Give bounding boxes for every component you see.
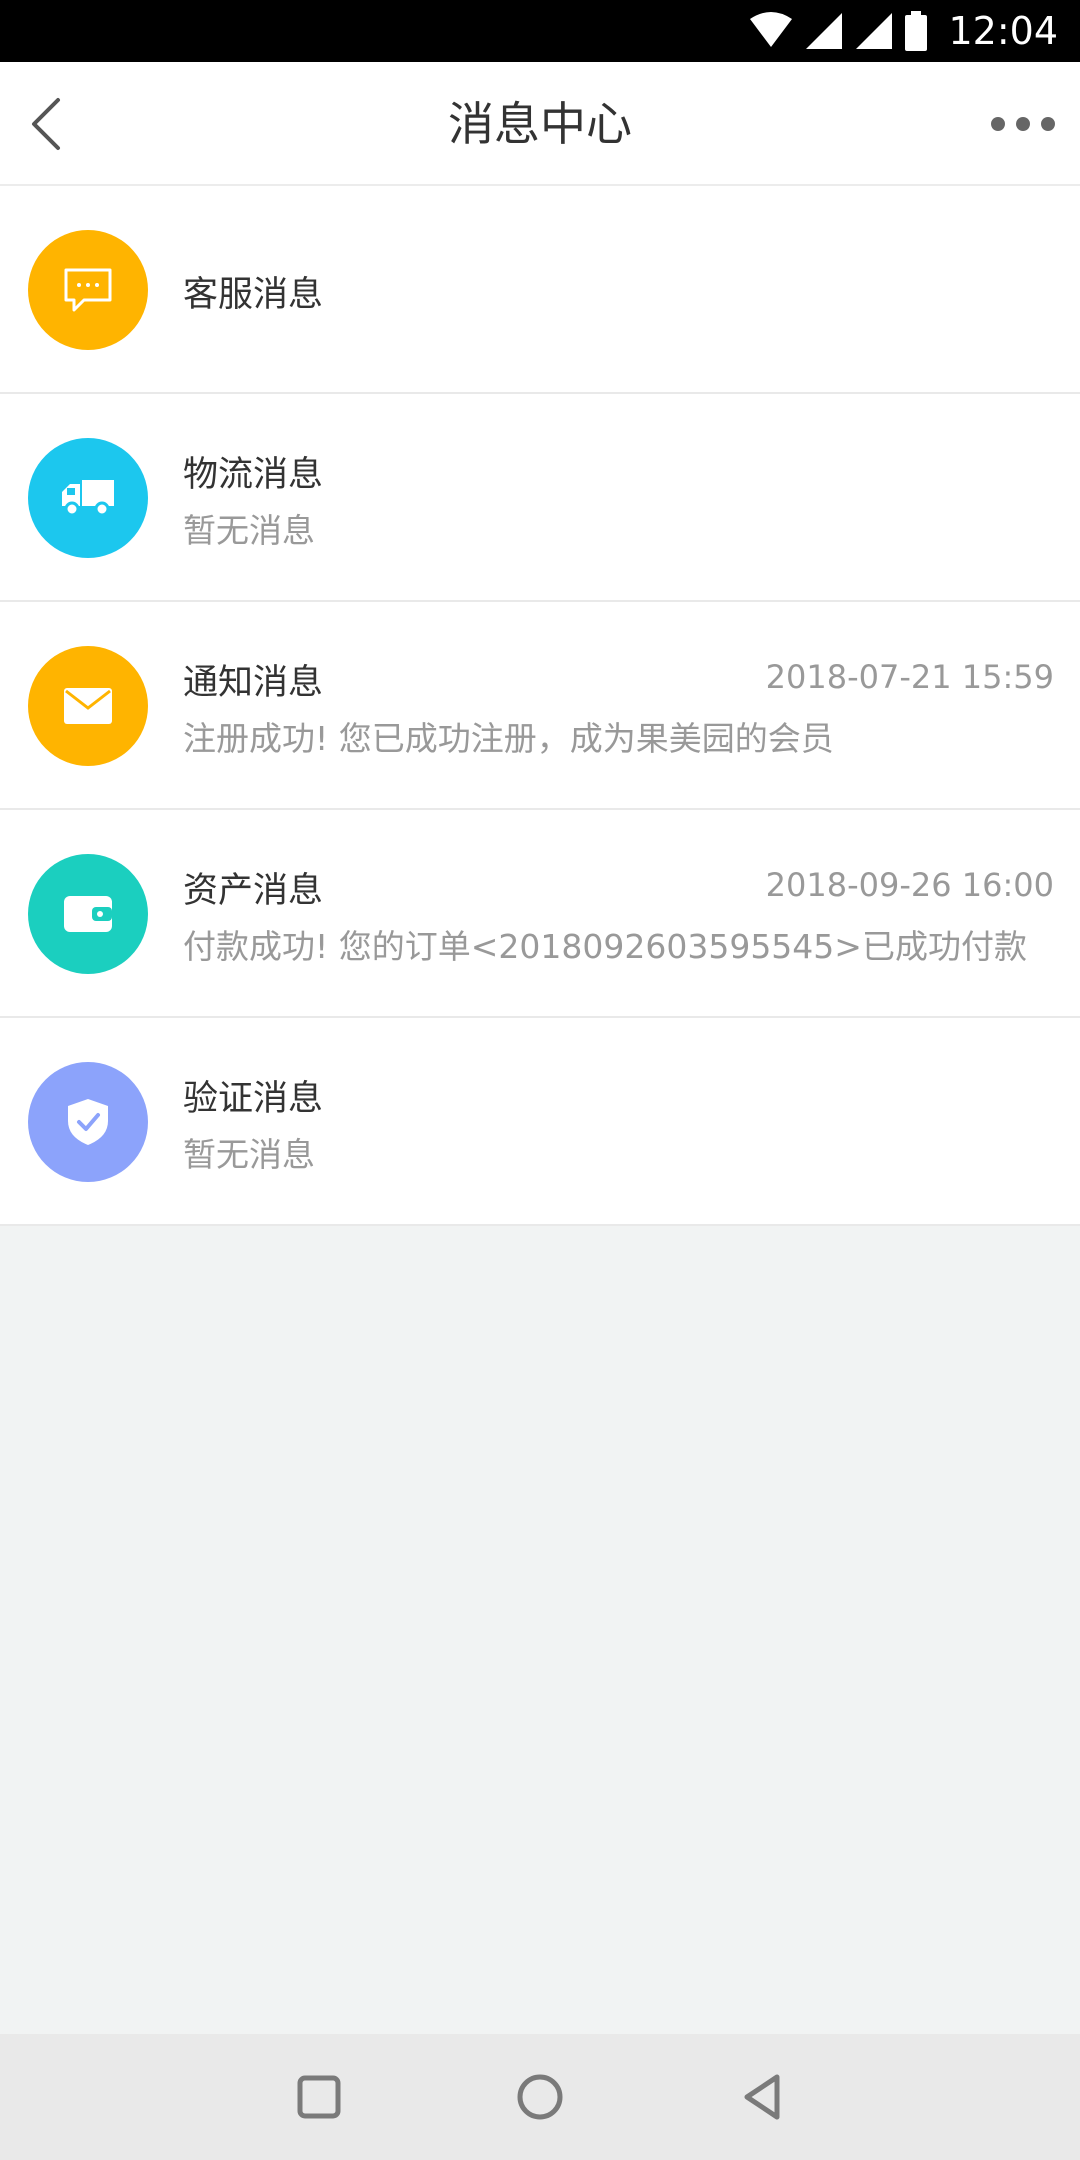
message-preview: 注册成功! 您已成功注册，成为果美园的会员 — [183, 719, 834, 758]
more-dots-icon — [991, 117, 1055, 131]
battery-icon — [905, 11, 928, 51]
message-preview: 暂无消息 — [183, 511, 315, 550]
message-item-notification[interactable]: 通知消息 2018-07-21 15:59 注册成功! 您已成功注册，成为果美园… — [0, 602, 1080, 810]
message-preview: 付款成功! 您的订单<2018092603595545>已成功付款 — [183, 927, 1027, 966]
message-title: 资产消息 — [183, 871, 324, 911]
square-icon — [297, 2075, 341, 2119]
system-nav-bar — [0, 2034, 1080, 2160]
message-time: 2018-09-26 16:00 — [765, 866, 1054, 904]
message-icon-circle — [28, 1062, 148, 1182]
message-item-assets[interactable]: 资产消息 2018-09-26 16:00 付款成功! 您的订单<2018092… — [0, 810, 1080, 1018]
status-icons: 12:04 — [748, 0, 1058, 62]
envelope-icon — [64, 688, 112, 724]
more-button[interactable] — [988, 104, 1058, 144]
status-bar: 12:04 — [0, 0, 1080, 62]
shield-check-icon — [68, 1099, 108, 1145]
signal-icon-secondary — [856, 13, 893, 49]
message-title: 通知消息 — [183, 663, 324, 703]
message-item-logistics[interactable]: 物流消息 暂无消息 — [0, 394, 1080, 602]
wifi-icon — [750, 12, 793, 47]
message-list: 客服消息 物流消息 暂无消息 通知消息 2018-07-21 15:59 注册成… — [0, 186, 1080, 1226]
signal-icon — [806, 13, 843, 49]
message-item-verification[interactable]: 验证消息 暂无消息 — [0, 1018, 1080, 1226]
message-title: 客服消息 — [183, 275, 324, 315]
chat-bubble-icon — [64, 268, 112, 312]
title-bar: 消息中心 — [0, 62, 1080, 186]
message-item-customer-service[interactable]: 客服消息 — [0, 186, 1080, 394]
wallet-icon — [64, 896, 112, 932]
home-button[interactable] — [510, 2067, 570, 2127]
message-icon-circle — [28, 438, 148, 558]
truck-icon — [62, 480, 114, 517]
message-icon-circle — [28, 646, 148, 766]
triangle-back-icon — [744, 2074, 780, 2120]
message-time: 2018-07-21 15:59 — [765, 658, 1054, 696]
recents-button[interactable] — [289, 2067, 349, 2127]
message-title: 物流消息 — [183, 455, 324, 495]
message-icon-circle — [28, 854, 148, 974]
back-nav-button[interactable] — [733, 2067, 793, 2127]
page-title: 消息中心 — [448, 97, 632, 151]
message-icon-circle — [28, 230, 148, 350]
circle-icon — [517, 2074, 563, 2120]
status-time: 12:04 — [948, 9, 1058, 53]
message-title: 验证消息 — [183, 1079, 324, 1119]
message-preview: 暂无消息 — [183, 1135, 315, 1174]
